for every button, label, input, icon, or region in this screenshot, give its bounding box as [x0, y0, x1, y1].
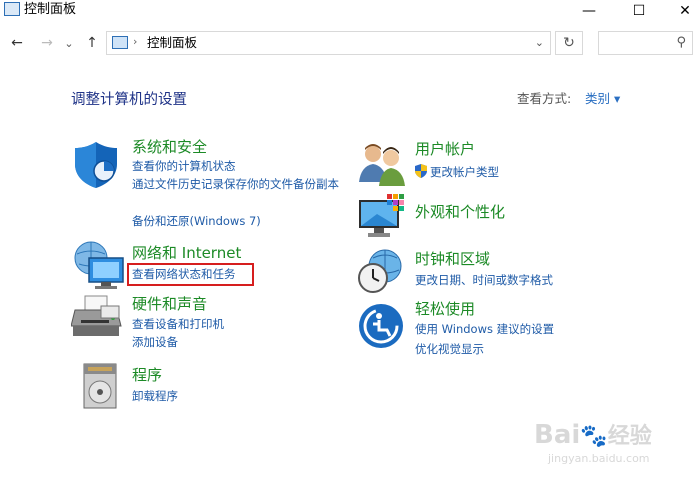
printer-icon[interactable] — [71, 292, 125, 342]
up-button[interactable]: ↑ — [81, 32, 103, 54]
category-ease-of-access[interactable]: 轻松使用 — [415, 300, 475, 318]
uac-shield-icon — [415, 164, 427, 178]
window-title: 控制面板 — [24, 2, 77, 17]
users-icon[interactable] — [357, 142, 407, 186]
monitor-icon[interactable] — [357, 192, 407, 242]
link-view-computer-status[interactable]: 查看你的计算机状态 — [132, 157, 236, 175]
category-user-accounts[interactable]: 用户帐户 — [415, 140, 475, 158]
title-bar: 控制面板 — ☐ ✕ — [0, 0, 697, 24]
link-backup-restore[interactable]: 备份和还原(Windows 7) — [132, 212, 261, 230]
programs-icon[interactable] — [80, 362, 120, 410]
maximize-button[interactable]: ☐ — [616, 0, 662, 22]
control-panel-small-icon — [112, 36, 128, 49]
forward-button[interactable]: → — [36, 32, 58, 54]
recent-locations-button[interactable]: ⌄ — [62, 32, 76, 54]
link-view-network-status[interactable]: 查看网络状态和任务 — [132, 265, 236, 283]
shield-icon[interactable] — [71, 140, 121, 190]
network-icon[interactable] — [71, 240, 127, 290]
link-file-history-backup[interactable]: 通过文件历史记录保存你的文件备份副本 — [132, 176, 347, 192]
category-hardware-sound[interactable]: 硬件和声音 — [132, 295, 207, 313]
search-icon[interactable]: ⚲ — [676, 35, 686, 50]
back-button[interactable]: ← — [6, 32, 28, 54]
address-bar[interactable]: › 控制面板 ⌄ — [106, 31, 551, 55]
address-dropdown-icon[interactable]: ⌄ — [535, 36, 544, 49]
watermark-logo: Bai🐾经验 — [534, 420, 652, 450]
category-system-security[interactable]: 系统和安全 — [132, 138, 207, 156]
link-change-account-type[interactable]: 更改帐户类型 — [430, 163, 499, 181]
category-network-internet[interactable]: 网络和 Internet — [132, 244, 241, 262]
minimize-button[interactable]: — — [566, 0, 612, 22]
search-input[interactable]: ⚲ — [598, 31, 693, 55]
watermark-url: jingyan.baidu.com — [548, 452, 650, 465]
ease-of-access-icon[interactable] — [357, 302, 405, 350]
link-recommended-settings[interactable]: 使用 Windows 建议的设置 — [415, 320, 554, 338]
category-clock-region[interactable]: 时钟和区域 — [415, 250, 490, 268]
link-devices-printers[interactable]: 查看设备和打印机 — [132, 315, 224, 333]
link-add-device[interactable]: 添加设备 — [132, 333, 178, 351]
breadcrumb-chevron-icon[interactable]: › — [133, 35, 137, 48]
control-panel-icon — [4, 2, 20, 16]
category-appearance[interactable]: 外观和个性化 — [415, 203, 505, 221]
link-uninstall-program[interactable]: 卸载程序 — [132, 387, 178, 405]
view-by-label: 查看方式: — [517, 91, 572, 106]
clock-globe-icon[interactable] — [357, 248, 407, 296]
close-button[interactable]: ✕ — [662, 0, 697, 22]
page-heading: 调整计算机的设置 — [71, 92, 187, 108]
refresh-button[interactable]: ↻ — [555, 31, 583, 55]
breadcrumb-control-panel[interactable]: 控制面板 — [147, 36, 197, 50]
view-by-dropdown[interactable]: 类别 ▾ — [585, 88, 620, 107]
link-optimize-display[interactable]: 优化视觉显示 — [415, 340, 484, 358]
category-programs[interactable]: 程序 — [132, 366, 162, 384]
link-change-date-time[interactable]: 更改日期、时间或数字格式 — [415, 271, 553, 289]
